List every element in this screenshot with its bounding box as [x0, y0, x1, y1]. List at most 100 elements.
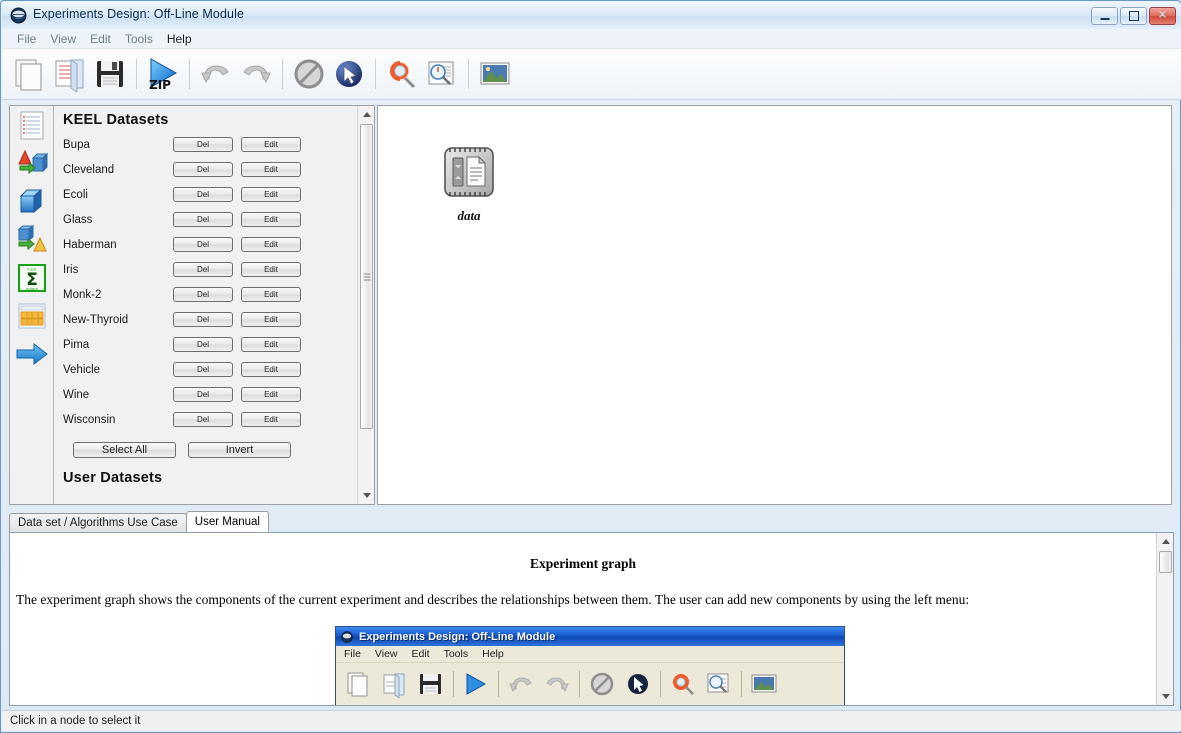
dataset-edit-button[interactable]: Edit [241, 387, 301, 402]
dataset-edit-button[interactable]: Edit [241, 312, 301, 327]
dataset-name: Iris [63, 263, 79, 276]
embedded-menu-file: File [344, 648, 361, 660]
menu-edit[interactable]: Edit [83, 32, 118, 46]
select-all-button[interactable]: Select All [73, 442, 176, 458]
dataset-edit-button[interactable]: Edit [241, 212, 301, 227]
manual-scroll-down-icon[interactable] [1157, 688, 1173, 705]
dataset-name: Cleveland [63, 163, 115, 176]
undo-icon[interactable] [196, 53, 236, 95]
scroll-grip-icon [363, 271, 370, 282]
dataset-del-button[interactable]: Del [173, 162, 233, 177]
bottom-tabs: Data set / Algorithms Use Case User Manu… [9, 511, 1174, 532]
menu-tools[interactable]: Tools [118, 32, 160, 46]
dataset-del-button[interactable]: Del [173, 262, 233, 277]
table-row: Wisconsin Del Edit [63, 407, 357, 432]
menu-bar: File View Edit Tools Help [2, 29, 1181, 49]
redo-icon[interactable] [236, 53, 276, 95]
export-zip-icon[interactable]: ZIP [143, 53, 183, 95]
minimize-button[interactable] [1091, 7, 1118, 25]
dataset-edit-button[interactable]: Edit [241, 287, 301, 302]
dataset-del-button[interactable]: Del [173, 137, 233, 152]
left-panel: Σ input output KEEL Datasets Bupa Del Ed… [9, 105, 375, 505]
dataset-del-button[interactable]: Del [173, 187, 233, 202]
datasets-list: KEEL Datasets Bupa Del Edit Cleveland De… [55, 106, 357, 504]
embedded-title-bar: Experiments Design: Off-Line Module [336, 627, 844, 646]
dataset-edit-button[interactable]: Edit [241, 337, 301, 352]
new-experiment-icon[interactable] [10, 53, 50, 95]
dataset-edit-button[interactable]: Edit [241, 162, 301, 177]
dataset-del-button[interactable]: Del [173, 237, 233, 252]
scroll-thumb[interactable] [360, 124, 373, 429]
embedded-separator [660, 671, 661, 697]
graph-node-data[interactable]: data [439, 144, 499, 224]
zoom-page-icon[interactable] [422, 53, 462, 95]
dataset-name: Ecoli [63, 188, 88, 201]
tab-dataset-algorithms-use-case[interactable]: Data set / Algorithms Use Case [9, 513, 187, 532]
embedded-menu-tools: Tools [443, 648, 469, 660]
table-row: Glass Del Edit [63, 207, 357, 232]
manual-scrollbar[interactable] [1156, 533, 1173, 705]
zoom-help-icon[interactable] [382, 53, 422, 95]
dataset-del-button[interactable]: Del [173, 312, 233, 327]
table-row: Bupa Del Edit [63, 132, 357, 157]
dataset-edit-button[interactable]: Edit [241, 412, 301, 427]
invert-button[interactable]: Invert [188, 442, 291, 458]
select-pointer-icon[interactable] [329, 53, 369, 95]
scroll-down-icon[interactable] [358, 487, 374, 504]
dataset-del-button[interactable]: Del [173, 387, 233, 402]
toolbar-separator [375, 59, 376, 89]
embedded-separator [453, 671, 454, 697]
cancel-icon[interactable] [289, 53, 329, 95]
menu-help[interactable]: Help [160, 32, 199, 46]
scroll-up-icon[interactable] [358, 106, 374, 123]
window-controls: ✕ [1091, 7, 1176, 25]
dataset-edit-button[interactable]: Edit [241, 187, 301, 202]
embedded-globe-icon [341, 630, 353, 643]
dataset-name: Pima [63, 338, 90, 351]
datasets-scrollbar[interactable] [357, 106, 374, 504]
dataset-edit-button[interactable]: Edit [241, 362, 301, 377]
globe-icon [10, 7, 27, 24]
table-row: Cleveland Del Edit [63, 157, 357, 182]
table-row: Vehicle Del Edit [63, 357, 357, 382]
dataset-name: Glass [63, 213, 93, 226]
embedded-zoom-help-icon [665, 667, 701, 701]
dataset-del-button[interactable]: Del [173, 412, 233, 427]
image-icon[interactable] [475, 53, 515, 95]
sidebar-item-statistics[interactable]: Σ input output [12, 260, 52, 296]
embedded-cancel-icon [584, 667, 620, 701]
experiment-graph-canvas[interactable]: data [377, 105, 1172, 505]
graph-node-label: data [457, 208, 481, 223]
embedded-separator [741, 671, 742, 697]
close-button[interactable]: ✕ [1149, 7, 1176, 25]
dataset-del-button[interactable]: Del [173, 362, 233, 377]
list-actions: Select All Invert [73, 442, 357, 458]
dataset-edit-button[interactable]: Edit [241, 262, 301, 277]
dataset-name: Wisconsin [63, 413, 116, 426]
status-message: Click in a node to select it [10, 715, 141, 727]
tab-user-manual[interactable]: User Manual [185, 511, 269, 532]
sidebar-item-preprocess[interactable] [12, 146, 52, 182]
sidebar-item-connection[interactable] [12, 336, 52, 372]
dataset-del-button[interactable]: Del [173, 212, 233, 227]
sidebar-item-methods[interactable] [12, 184, 52, 220]
dataset-edit-button[interactable]: Edit [241, 137, 301, 152]
sidebar-item-postprocess[interactable] [12, 222, 52, 258]
sidebar-item-visualization[interactable] [12, 298, 52, 334]
dataset-del-button[interactable]: Del [173, 287, 233, 302]
sidebar-item-datasets[interactable] [12, 108, 52, 144]
menu-file[interactable]: File [10, 32, 43, 46]
manual-scroll-thumb[interactable] [1159, 551, 1172, 573]
open-experiment-icon[interactable] [50, 53, 90, 95]
embedded-menu-edit: Edit [411, 648, 430, 660]
embedded-menu-view: View [374, 648, 398, 660]
manual-scroll-up-icon[interactable] [1157, 533, 1173, 550]
embedded-pointer-icon [620, 667, 656, 701]
datasets-panel: KEEL Datasets Bupa Del Edit Cleveland De… [55, 106, 374, 504]
maximize-button[interactable] [1120, 7, 1147, 25]
embedded-toolbar [336, 663, 844, 705]
dataset-del-button[interactable]: Del [173, 337, 233, 352]
save-experiment-icon[interactable] [90, 53, 130, 95]
dataset-edit-button[interactable]: Edit [241, 237, 301, 252]
menu-view[interactable]: View [43, 32, 83, 46]
